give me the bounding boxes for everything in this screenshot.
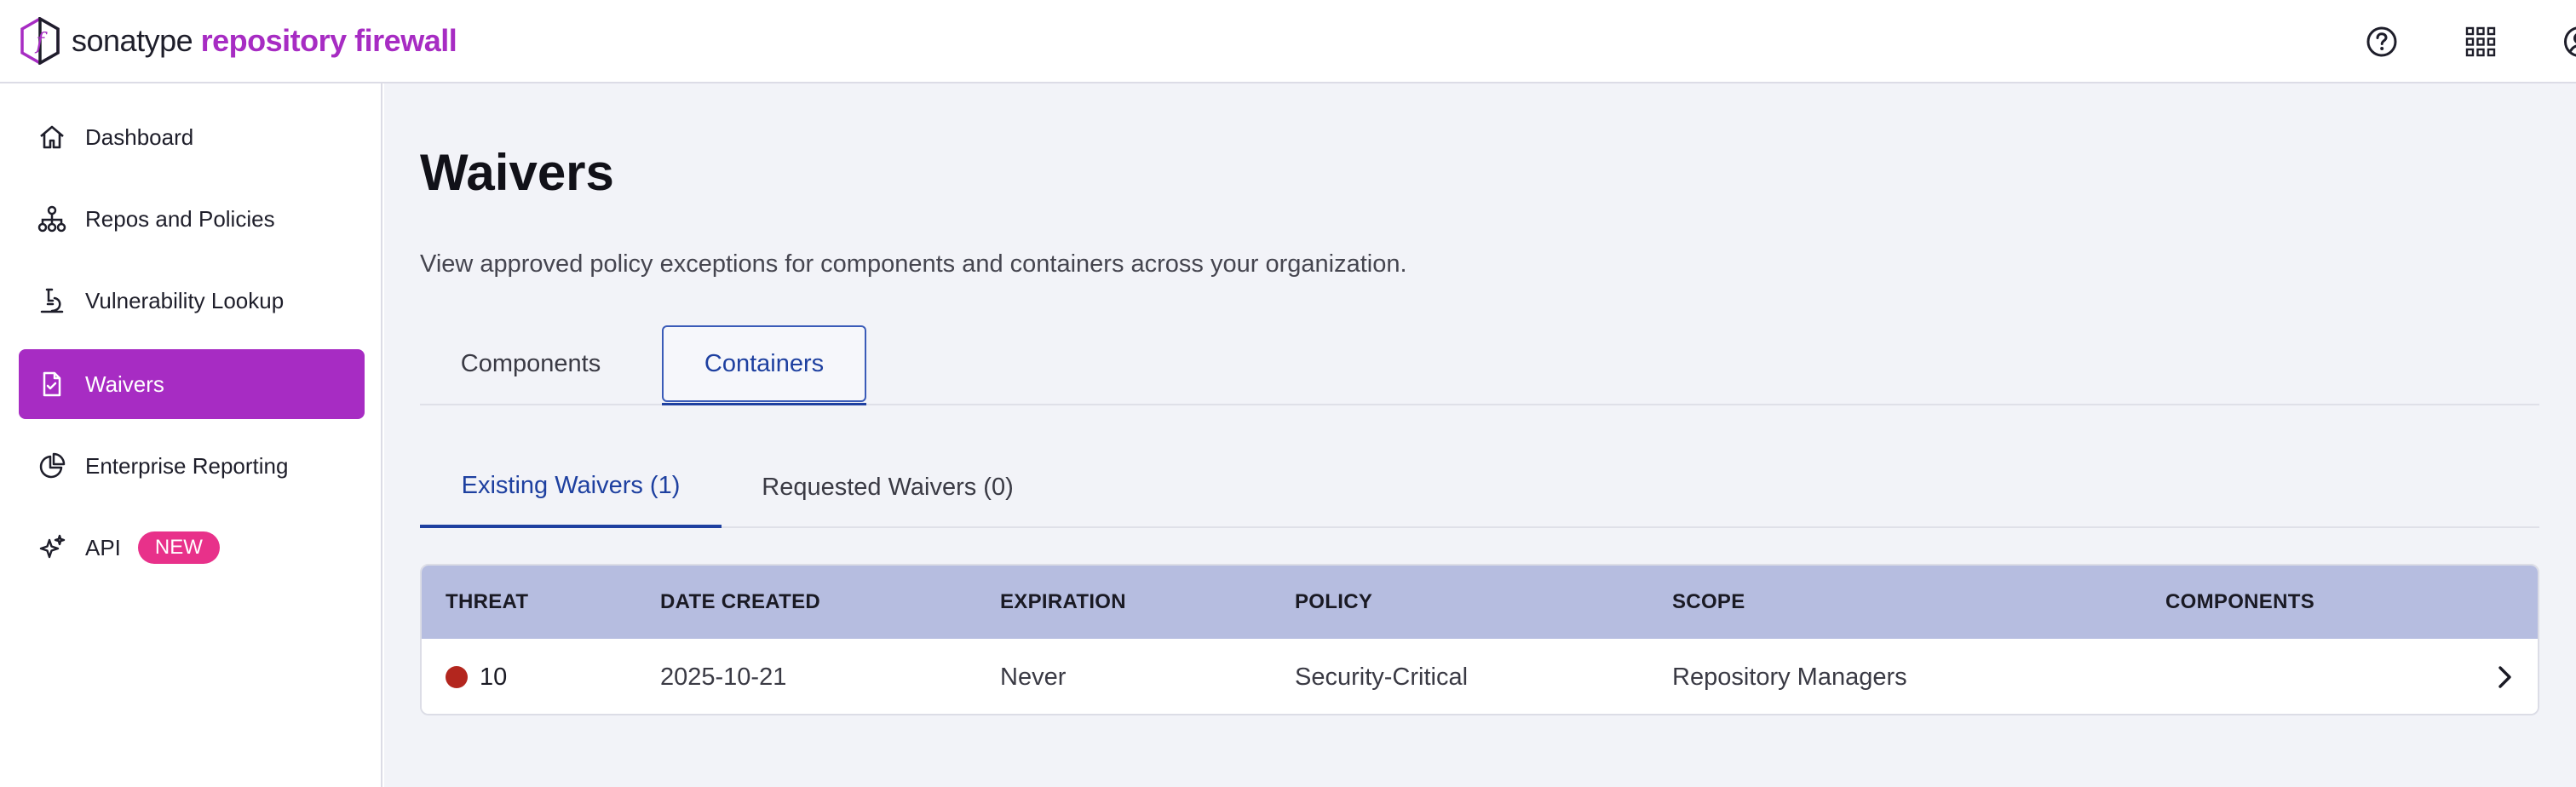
user-account-icon[interactable] xyxy=(2562,25,2576,59)
top-bar: f sonatype repository firewall xyxy=(0,0,2576,83)
sidebar-item-repos-and-policies[interactable]: Repos and Policies xyxy=(19,184,365,254)
svg-text:f: f xyxy=(34,29,48,55)
sidebar-item-label: Vulnerability Lookup xyxy=(85,287,285,313)
threat-score: 10 xyxy=(480,663,508,691)
tab-existing-waivers[interactable]: Existing Waivers (1) xyxy=(420,446,722,528)
firewall-logo-icon: f xyxy=(20,17,60,65)
threat-level-indicator xyxy=(446,666,468,688)
pie-chart-icon xyxy=(36,450,68,482)
help-icon[interactable] xyxy=(2365,25,2399,59)
tab-containers[interactable]: Containers xyxy=(662,325,866,405)
threat-cell: 10 xyxy=(446,639,508,714)
column-header-expiration[interactable]: EXPIRATION xyxy=(1000,566,1126,639)
column-header-components[interactable]: COMPONENTS xyxy=(2165,566,2314,639)
column-header-scope[interactable]: SCOPE xyxy=(1672,566,1745,639)
page-title: Waivers xyxy=(420,144,614,201)
table-header: THREAT DATE CREATED EXPIRATION POLICY SC… xyxy=(422,566,2538,639)
sidebar-item-dashboard[interactable]: Dashboard xyxy=(19,102,365,172)
tab-components[interactable]: Components xyxy=(420,325,641,402)
sidebar-item-api[interactable]: API NEW xyxy=(19,513,365,583)
brand-primary: sonatype xyxy=(72,23,193,58)
chevron-right-icon[interactable] xyxy=(2490,663,2519,692)
sidebar-item-label: Waivers xyxy=(85,371,164,397)
sidebar-item-label: API xyxy=(85,534,121,560)
page-description: View approved policy exceptions for comp… xyxy=(420,250,1407,278)
brand-secondary: repository firewall xyxy=(200,23,457,58)
waiver-status-tabs: Existing Waivers (1) Requested Waivers (… xyxy=(420,446,2539,528)
sidebar: Dashboard Repos and Policies Vulnerabili… xyxy=(0,83,382,787)
expiration-cell: Never xyxy=(1000,663,1067,691)
hierarchy-icon xyxy=(36,203,68,235)
home-icon xyxy=(36,121,68,153)
brand-name: sonatype repository firewall xyxy=(72,23,457,59)
column-header-policy[interactable]: POLICY xyxy=(1295,566,1372,639)
column-header-threat[interactable]: THREAT xyxy=(446,566,528,639)
main-content: Waivers View approved policy exceptions … xyxy=(384,83,2576,787)
sidebar-item-label: Dashboard xyxy=(85,124,194,150)
apps-grid-icon[interactable] xyxy=(2464,25,2498,59)
tab-requested-waivers[interactable]: Requested Waivers (0) xyxy=(722,446,1054,528)
type-tabs: Components Containers xyxy=(420,325,2539,405)
policy-cell: Security-Critical xyxy=(1295,663,1469,691)
sidebar-item-enterprise-reporting[interactable]: Enterprise Reporting xyxy=(19,431,365,501)
table-row[interactable]: 10 2025-10-21 Never Security-Critical Re… xyxy=(422,639,2538,714)
waivers-table: THREAT DATE CREATED EXPIRATION POLICY SC… xyxy=(420,564,2539,715)
brand[interactable]: f sonatype repository firewall xyxy=(19,17,457,65)
scope-cell: Repository Managers xyxy=(1672,663,1907,691)
date-created-cell: 2025-10-21 xyxy=(660,663,787,691)
new-badge: NEW xyxy=(137,531,220,564)
sidebar-item-waivers[interactable]: Waivers xyxy=(19,349,365,419)
column-header-date-created[interactable]: DATE CREATED xyxy=(660,566,820,639)
document-check-icon xyxy=(36,368,68,400)
sparkle-icon xyxy=(36,531,68,564)
sidebar-item-vulnerability-lookup[interactable]: Vulnerability Lookup xyxy=(19,266,365,336)
sidebar-item-label: Enterprise Reporting xyxy=(85,452,289,479)
microscope-icon xyxy=(36,284,68,317)
sidebar-item-label: Repos and Policies xyxy=(85,205,275,232)
